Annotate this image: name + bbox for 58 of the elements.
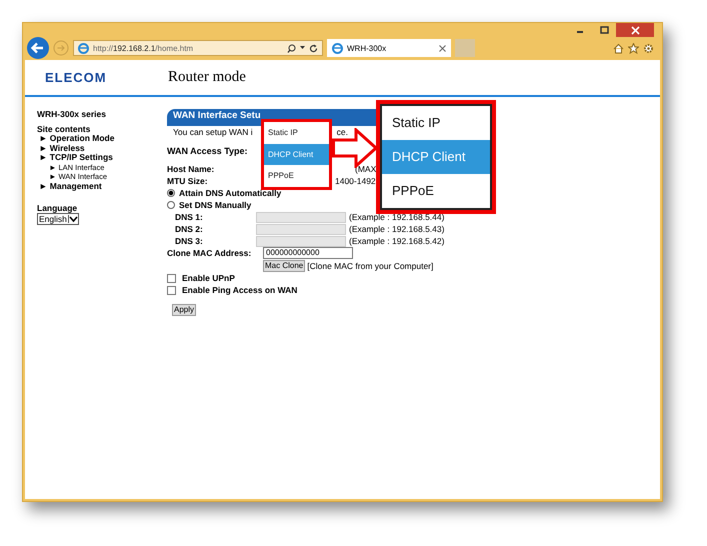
hint-text: [Clone MAC from your Computer] bbox=[307, 260, 434, 270]
close-tab-icon[interactable] bbox=[439, 44, 446, 52]
caret-icon[interactable] bbox=[300, 46, 305, 50]
search-icon[interactable] bbox=[287, 44, 296, 52]
sidebar-heading: Site contents bbox=[37, 124, 92, 134]
mac-clone-button[interactable]: Mac Clone bbox=[263, 260, 306, 272]
gear-icon[interactable] bbox=[643, 42, 654, 54]
hint-text: (MAX bbox=[355, 164, 376, 174]
hint-text: (Example : 192.168.5.44) bbox=[349, 212, 444, 222]
close-button[interactable] bbox=[616, 23, 654, 37]
ie-icon bbox=[332, 42, 343, 54]
language-dropdown[interactable]: English bbox=[37, 213, 79, 225]
dropdown-option: PPPoE bbox=[382, 174, 490, 208]
checkbox[interactable] bbox=[167, 274, 176, 282]
sidebar-item[interactable]: ► Management bbox=[37, 182, 167, 191]
field-label: DNS 1: bbox=[174, 212, 204, 222]
sidebar-item[interactable]: ► Wireless bbox=[37, 144, 167, 153]
home-icon[interactable] bbox=[613, 42, 624, 54]
radio-button[interactable] bbox=[167, 189, 175, 197]
mac-input-field[interactable]: 000000000000 bbox=[263, 247, 353, 259]
radio-button[interactable] bbox=[167, 201, 175, 209]
maximize-icon bbox=[600, 26, 608, 34]
dropdown-option[interactable]: PPPoE bbox=[264, 165, 329, 186]
field-label: DNS 3: bbox=[174, 236, 204, 246]
intro-text: You can setup WAN i bbox=[173, 126, 253, 138]
field-label: DNS 2: bbox=[174, 224, 204, 234]
address-bar[interactable]: http://192.168.2.1/home.htm bbox=[73, 40, 323, 56]
browser-tab[interactable]: WRH-300x bbox=[327, 39, 451, 57]
page-title: Router mode bbox=[168, 69, 246, 86]
close-icon bbox=[630, 26, 640, 34]
radio-label: Attain DNS Automatically bbox=[179, 188, 282, 198]
field-label: MTU Size: bbox=[167, 176, 209, 186]
sidebar-item[interactable]: ► TCP/IP Settings bbox=[37, 153, 167, 162]
hint-text: 1400-1492 bbox=[335, 176, 376, 186]
checkbox-label: Enable UPnP bbox=[182, 273, 235, 283]
dropdown-option: DHCP Client bbox=[382, 140, 490, 174]
refresh-icon[interactable] bbox=[309, 44, 318, 52]
sidebar-item[interactable]: ► Operation Mode bbox=[37, 134, 167, 144]
elecom-logo: ELECOM bbox=[45, 70, 108, 85]
radio-label: Set DNS Manually bbox=[179, 200, 252, 210]
checkbox[interactable] bbox=[167, 286, 176, 294]
ie-icon bbox=[78, 42, 89, 54]
apply-button[interactable]: Apply bbox=[172, 304, 196, 316]
dns-input-field[interactable] bbox=[256, 236, 346, 246]
checkbox-label: Enable Ping Access on WAN bbox=[182, 285, 298, 295]
field-label: WAN Access Type: bbox=[167, 146, 248, 156]
back-button[interactable] bbox=[27, 37, 49, 59]
hint-text: (Example : 192.168.5.43) bbox=[349, 224, 444, 234]
series-label: WRH-300x series bbox=[37, 109, 107, 119]
chevron-icon bbox=[68, 215, 78, 223]
field-label: Host Name: bbox=[167, 164, 216, 174]
dns-input-field[interactable] bbox=[256, 224, 346, 234]
star-icon[interactable] bbox=[628, 42, 639, 54]
intro-text: ce. bbox=[336, 126, 348, 138]
field-label: Clone MAC Address: bbox=[167, 248, 252, 258]
hint-text: (Example : 192.168.5.42) bbox=[349, 236, 444, 246]
language-label: Language bbox=[37, 203, 78, 213]
dns-input-field[interactable] bbox=[256, 212, 346, 222]
